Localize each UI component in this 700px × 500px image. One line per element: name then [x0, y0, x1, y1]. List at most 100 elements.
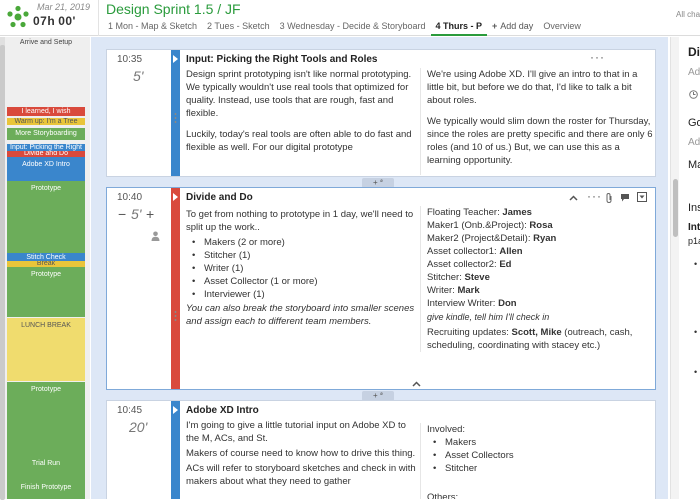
tab-overview[interactable]: Overview: [538, 19, 586, 36]
assignment-row: Maker2 (Project&Detail): Ryan: [427, 232, 654, 245]
drag-handle-icon[interactable]: [174, 310, 177, 322]
timeline-block[interactable]: Prototype: [7, 181, 85, 253]
dropdown-box-icon[interactable]: [637, 192, 647, 202]
session-card-tools-roles[interactable]: 10:35 5' Input: Picking the Right Tools …: [106, 49, 656, 177]
expand-arrow-icon[interactable]: [173, 406, 178, 414]
agenda-title[interactable]: Design Sprint 1.5 / JF: [106, 1, 241, 17]
session-duration[interactable]: 20': [129, 419, 147, 435]
details-text: Ad: [688, 137, 700, 148]
decrease-duration-button[interactable]: −: [118, 206, 126, 222]
storyboard-note: You can also break the storyboard into s…: [186, 303, 415, 327]
session-notes-left[interactable]: To get from nothing to prototype in 1 da…: [186, 208, 416, 336]
session-notes-left[interactable]: Design sprint prototyping isn't like nor…: [186, 68, 416, 162]
role-item: Makers (2 or more): [186, 236, 416, 249]
timeline-block[interactable]: Finish Prototype: [7, 482, 85, 499]
assignment-role: Maker1 (Onb.&Project):: [427, 220, 530, 231]
assignment-role: Asset collector2:: [427, 259, 500, 270]
more-menu-icon[interactable]: ···: [587, 189, 602, 203]
add-day-button[interactable]: + Add day: [487, 19, 538, 36]
session-card-xd-intro[interactable]: 10:45 20' Adobe XD Intro I'm going to gi…: [106, 400, 656, 499]
person-icon[interactable]: [151, 231, 160, 241]
details-text: Ma: [688, 159, 700, 171]
timeline-scroll-thumb[interactable]: [0, 45, 5, 500]
session-date: Mar 21, 2019: [37, 2, 91, 12]
assignment-role: Stitcher:: [427, 272, 465, 283]
timeline-scrollbar[interactable]: [0, 37, 5, 500]
session-title[interactable]: Adobe XD Intro: [186, 405, 259, 416]
session-duration[interactable]: 5': [133, 68, 143, 84]
note-paragraph: Makers of course need to know how to dri…: [186, 448, 416, 459]
assignment-row: Floating Teacher: James: [427, 206, 654, 219]
assignment-row: Asset collector1: Allen: [427, 245, 654, 258]
session-notes-left[interactable]: I'm going to give a little tutorial inpu…: [186, 419, 416, 496]
all-changes-link[interactable]: All cha: [676, 10, 700, 19]
timeline-block[interactable]: Adobe XD Intro: [7, 157, 85, 181]
assignment-name: James: [502, 207, 532, 218]
timeline-block[interactable]: Trial Run: [7, 456, 85, 482]
bullet-icon: •: [694, 327, 698, 337]
details-text: p1a: [688, 236, 700, 246]
details-text: Di: [688, 45, 700, 59]
expand-arrow-icon[interactable]: [173, 55, 178, 63]
involved-item: Stitcher: [427, 462, 654, 475]
timeline-block[interactable]: Prototype: [7, 267, 85, 317]
note-paragraph: We're using Adobe XD. I'll give an intro…: [427, 69, 638, 106]
session-duration: 07h 00': [33, 14, 76, 28]
session-time: 10:40: [117, 192, 143, 203]
assignment-list: Floating Teacher: James Maker1 (Onb.&Proj…: [427, 206, 654, 310]
session-notes-right[interactable]: Floating Teacher: James Maker1 (Onb.&Proj…: [420, 206, 654, 352]
assignment-row: Maker1 (Onb.&Project): Rosa: [427, 219, 654, 232]
expand-arrow-icon[interactable]: [173, 193, 178, 201]
app-header: Mar 21, 2019 07h 00' Design Sprint 1.5 / …: [0, 0, 700, 36]
session-title[interactable]: Divide and Do: [186, 192, 253, 203]
day-tabs: 1 Mon - Map & Sketch 2 Tues - Sketch 3 W…: [103, 19, 586, 36]
details-text: Ad: [688, 67, 700, 78]
session-notes-right[interactable]: We're using Adobe XD. I'll give an intro…: [420, 68, 654, 175]
schedule-scroll-thumb[interactable]: [673, 179, 678, 237]
recruiting-note: Recruiting updates: Scott, Mike (outreac…: [427, 326, 654, 352]
session-color-bar[interactable]: [171, 188, 180, 389]
duration-minutes: 00': [58, 14, 76, 28]
timeline-block[interactable]: I learned, I wish: [7, 107, 85, 116]
intro-text: To get from nothing to prototype in 1 da…: [186, 209, 414, 233]
app-logo-icon[interactable]: [6, 5, 30, 29]
details-text: Int: [688, 222, 700, 233]
session-notes-right[interactable]: Involved: MakersAsset CollectorsStitcher…: [420, 423, 654, 499]
session-duration[interactable]: 5': [131, 206, 141, 222]
tab-day-4[interactable]: 4 Thurs - P: [430, 19, 488, 36]
schedule-scrollbar[interactable]: [670, 37, 679, 499]
add-day-label: Add day: [500, 21, 534, 31]
tab-day-3[interactable]: 3 Wednesday - Decide & Storyboard: [275, 19, 431, 36]
timeline-block[interactable]: More Storyboarding: [7, 128, 85, 140]
session-title[interactable]: Input: Picking the Right Tools and Roles: [186, 54, 377, 65]
assignment-role: Maker2 (Project&Detail):: [427, 233, 534, 244]
drag-handle-icon[interactable]: [174, 112, 177, 124]
timeline-block[interactable]: Prototype: [7, 382, 85, 456]
details-text: Ins: [688, 202, 700, 214]
role-item: Writer (1): [186, 262, 416, 275]
increase-duration-button[interactable]: +: [146, 206, 154, 222]
chevron-up-icon[interactable]: [569, 195, 578, 201]
timeline-block[interactable]: LUNCH BREAK: [7, 318, 85, 381]
session-card-divide-do[interactable]: 10:40 − 5' + Divide and Do ··· To get fr…: [106, 187, 656, 390]
assignment-row: Interview Writer: Don: [427, 297, 654, 310]
recruiting-label: Recruiting updates:: [427, 327, 512, 338]
timeline-block[interactable]: Arrive and Setup: [7, 37, 85, 51]
tab-day-1[interactable]: 1 Mon - Map & Sketch: [103, 19, 202, 36]
timeline-strip: Arrive and Setup I learned, I wish Warm up…: [0, 37, 90, 499]
collapse-chevron-icon[interactable]: [412, 381, 421, 387]
comment-icon[interactable]: [620, 193, 630, 202]
attachment-icon[interactable]: [605, 193, 613, 203]
timeline-block[interactable]: Input: Picking the Right: [7, 144, 85, 151]
assignment-name: Ryan: [533, 233, 557, 244]
more-menu-icon[interactable]: ···: [590, 50, 605, 64]
assignment-role: Asset collector1:: [427, 246, 500, 257]
note-paragraph: I'm going to give a little tutorial inpu…: [186, 420, 406, 444]
involved-item: Asset Collectors: [427, 449, 654, 462]
tab-day-2[interactable]: 2 Tues - Sketch: [202, 19, 275, 36]
assignment-role: Floating Teacher:: [427, 207, 503, 218]
timeline-block[interactable]: Warm up: I'm a Tree: [7, 118, 85, 125]
note-paragraph: We typically would slim down the roster …: [427, 116, 653, 166]
session-color-bar[interactable]: [171, 401, 180, 499]
bullet-icon: •: [694, 259, 698, 269]
